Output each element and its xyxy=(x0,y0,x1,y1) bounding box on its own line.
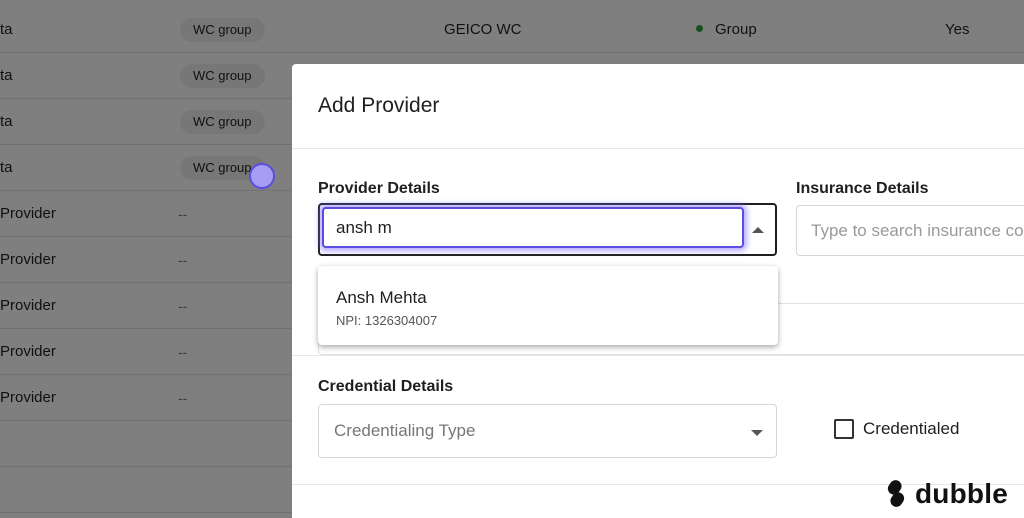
credential-details-label: Credential Details xyxy=(318,378,454,395)
caret-up-icon[interactable] xyxy=(752,227,764,233)
provider-search-input[interactable]: ansh m xyxy=(322,207,744,248)
header-divider xyxy=(292,148,1024,149)
provider-details-label: Provider Details xyxy=(318,180,440,197)
dialog-title: Add Provider xyxy=(318,94,440,117)
dubble-logo-icon xyxy=(887,480,905,507)
insurance-search-input[interactable]: Type to search insurance co xyxy=(796,205,1024,256)
credentialed-label: Credentialed xyxy=(863,419,960,438)
credentialed-checkbox[interactable] xyxy=(834,419,854,439)
add-provider-dialog: Add Provider Provider Details Insurance … xyxy=(292,64,1024,518)
mouse-cursor-indicator xyxy=(249,163,275,189)
caret-down-icon[interactable] xyxy=(751,430,763,436)
option-name: Ansh Mehta xyxy=(336,288,427,307)
credentialing-type-select[interactable]: Credentialing Type xyxy=(318,404,777,458)
section-divider xyxy=(292,355,1024,356)
provider-options-list: Ansh Mehta NPI: 1326304007 xyxy=(318,266,778,345)
provider-autocomplete[interactable]: ansh m xyxy=(318,203,777,256)
provider-option[interactable]: Ansh Mehta NPI: 1326304007 xyxy=(318,266,778,345)
insurance-details-label: Insurance Details xyxy=(796,180,929,197)
credentialing-type-placeholder: Credentialing Type xyxy=(334,421,476,440)
dubble-watermark: dubble xyxy=(883,478,1008,510)
option-npi: NPI: 1326304007 xyxy=(336,313,438,328)
brand-name: dubble xyxy=(915,478,1008,509)
